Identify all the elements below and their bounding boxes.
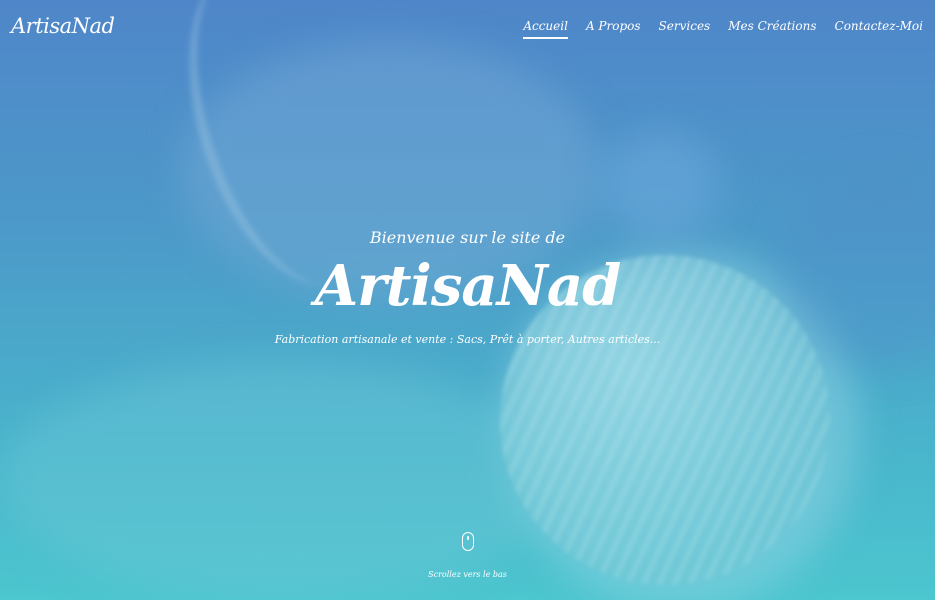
intro-block: Bienvenue sur le site de ArtisaNad Fabri… (0, 228, 935, 346)
nav-item-contact[interactable]: Contactez-Moi (835, 19, 923, 39)
nav-item-a-propos[interactable]: A Propos (586, 19, 641, 39)
background-blur (600, 130, 720, 240)
hero-section: ArtisaNad Accueil A Propos Services Mes … (0, 0, 935, 600)
mouse-icon (461, 532, 474, 551)
nav-item-mes-creations[interactable]: Mes Créations (728, 19, 816, 39)
nav-item-accueil[interactable]: Accueil (523, 19, 568, 39)
scroll-down-link[interactable]: Scrollez vers le bas (0, 532, 935, 579)
nav-item-services[interactable]: Services (659, 19, 711, 39)
hero-tagline: Fabrication artisanale et vente : Sacs, … (274, 333, 661, 346)
welcome-text: Bienvenue sur le site de (369, 228, 566, 247)
brand-logo[interactable]: ArtisaNad (11, 14, 115, 38)
hero-title: ArtisaNad (314, 253, 622, 319)
nav-menu: Accueil A Propos Services Mes Créations … (523, 19, 923, 39)
navbar: ArtisaNad Accueil A Propos Services Mes … (0, 0, 935, 58)
scroll-down-label: Scrollez vers le bas (428, 570, 507, 579)
